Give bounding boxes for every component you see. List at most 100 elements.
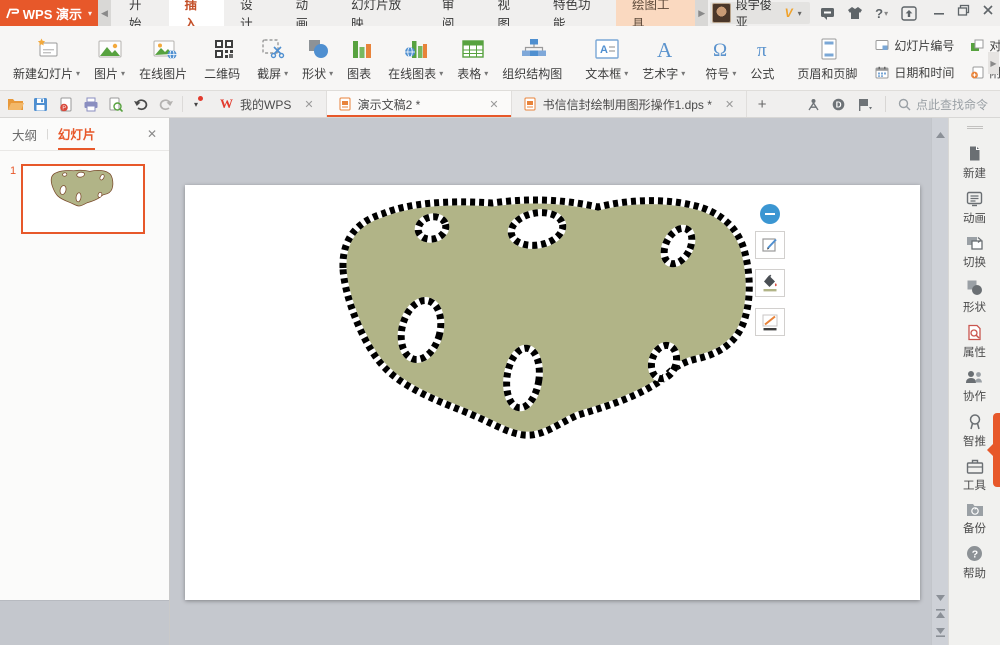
docer-icon[interactable]: D [832, 98, 845, 111]
chart-button[interactable]: 图表 [340, 28, 381, 89]
float-toolbar-collapse-button[interactable] [760, 204, 780, 224]
skin-shirt-icon[interactable] [845, 3, 865, 23]
sidebar-item-transition[interactable]: 切换 [949, 235, 1000, 270]
slide-thumbnail-row[interactable]: 1 [0, 164, 169, 234]
close-tab-icon[interactable]: ✕ [725, 98, 734, 111]
scroll-up-icon[interactable] [936, 128, 945, 142]
previous-slide-button[interactable] [936, 605, 945, 623]
shapes-button[interactable]: 形状▾ [295, 28, 340, 89]
minimize-button[interactable] [927, 0, 951, 20]
sidebar-label: 协作 [963, 388, 986, 404]
tab-animation[interactable]: 动画 [280, 0, 336, 26]
user-account[interactable]: 段宇俊亚 V ▾ [710, 2, 809, 24]
header-footer-icon [819, 35, 839, 62]
panel-close-icon[interactable]: ✕ [147, 127, 157, 141]
doc-tab-letter-envelope[interactable]: 书信信封绘制用图形操作1.dps * ✕ [512, 91, 748, 117]
titlebar-icons: ?▾ [810, 0, 927, 26]
sidebar-handle[interactable] [967, 126, 983, 129]
customize-qat-button[interactable]: ▾ [188, 93, 204, 115]
ribbon-small-group: 幻灯片编号 日期和时间 对象 附件 [867, 28, 1000, 89]
task-pane-handle[interactable] [993, 413, 1000, 487]
slide-number-button[interactable]: 幻灯片编号 [875, 32, 954, 58]
edit-shape-icon [761, 236, 779, 254]
table-button[interactable]: 表格▾ [450, 28, 495, 89]
new-slide-button[interactable]: 新建幻灯片▾ [6, 28, 87, 89]
user-avatar[interactable] [712, 3, 730, 23]
sidebar-item-backup[interactable]: 备份 [949, 502, 1000, 536]
slide-canvas[interactable] [170, 118, 931, 645]
close-tab-icon[interactable]: ✕ [489, 98, 498, 111]
org-chart-button[interactable]: 组织结构图 [495, 28, 572, 89]
restore-button[interactable] [951, 0, 975, 20]
edit-shape-button[interactable] [755, 231, 785, 259]
export-pdf-button[interactable]: P [54, 93, 77, 115]
logo-caret-icon[interactable]: ▾ [88, 9, 92, 18]
tab-drawing-tools[interactable]: 绘图工具 [616, 0, 695, 26]
tab-review[interactable]: 审阅 [426, 0, 482, 26]
vertical-scrollbar[interactable] [931, 118, 948, 645]
doc-tab-my-wps[interactable]: W 我的WPS ✕ [208, 91, 327, 117]
undo-button[interactable] [129, 93, 152, 115]
sidebar-item-collaborate[interactable]: 协作 [949, 369, 1000, 404]
save-button[interactable] [29, 93, 52, 115]
tab-slideshow[interactable]: 幻灯片放映 [335, 0, 426, 26]
date-time-button[interactable]: 日期和时间 [875, 59, 954, 85]
sidebar-item-properties[interactable]: 属性 [949, 324, 1000, 360]
presentation-doc-icon [339, 97, 351, 111]
sidebar-label: 新建 [963, 165, 986, 181]
sidebar-item-new[interactable]: 新建 [949, 145, 1000, 181]
slides-tab[interactable]: 幻灯片 [58, 118, 96, 150]
tab-home[interactable]: 开始 [113, 0, 169, 26]
open-button[interactable] [4, 93, 27, 115]
print-preview-button[interactable] [104, 93, 127, 115]
sidebar-item-shapes[interactable]: 形状 [949, 279, 1000, 315]
outline-tab[interactable]: 大纲 [12, 125, 37, 144]
svg-text:π: π [757, 40, 767, 61]
ribbon-expand-button[interactable]: ▶ [988, 52, 999, 74]
tab-design[interactable]: 设计 [224, 0, 280, 26]
symbol-button[interactable]: Ω 符号▾ [698, 28, 743, 89]
close-button[interactable] [976, 0, 1000, 20]
task-pane-flag-icon[interactable] [857, 98, 873, 111]
freeform-shape-selected[interactable] [170, 118, 931, 645]
sidebar-item-animation[interactable]: 动画 [949, 190, 1000, 226]
close-tab-icon[interactable]: ✕ [304, 98, 313, 111]
online-picture-button[interactable]: 在线图片 [132, 28, 197, 89]
screenshot-button[interactable]: 截屏▾ [250, 28, 295, 89]
shapes-small-icon [966, 279, 983, 296]
hide-ribbon-icon[interactable] [899, 3, 919, 23]
slide-thumbnail[interactable] [21, 164, 145, 234]
print-button[interactable] [79, 93, 102, 115]
next-slide-button[interactable] [936, 623, 945, 641]
tab-special-features[interactable]: 特色功能 [537, 0, 616, 26]
message-icon[interactable] [818, 3, 838, 23]
help-icon[interactable]: ?▾ [872, 3, 892, 23]
doc-tab-presentation2[interactable]: 演示文稿2 * ✕ [327, 91, 512, 117]
tab-insert[interactable]: 插入 [169, 0, 225, 26]
org-chart-icon [521, 35, 547, 62]
fill-color-button[interactable] [755, 269, 785, 297]
wps-logo-icon [6, 8, 19, 19]
wordart-button[interactable]: A 艺术字▾ [635, 28, 692, 89]
header-footer-button[interactable]: 页眉和页脚 [790, 28, 867, 89]
symbol-omega-icon: Ω [710, 35, 732, 62]
sidebar-item-help[interactable]: ? 帮助 [949, 545, 1000, 581]
tab-scroll-left[interactable]: ◀ [98, 0, 111, 26]
outline-color-button[interactable] [755, 308, 785, 336]
formula-button[interactable]: π 公式 [743, 28, 784, 89]
qrcode-button[interactable]: 二维码 [197, 28, 250, 89]
new-tab-button[interactable]: + [747, 91, 777, 117]
new-slide-label: 新建幻灯片 [13, 65, 73, 82]
textbox-button[interactable]: A 文本框▾ [578, 28, 635, 89]
tab-scroll-right[interactable]: ▶ [695, 0, 708, 26]
command-search[interactable]: 点此查找命令 [898, 96, 988, 113]
online-chart-button[interactable]: 在线图表▾ [381, 28, 450, 89]
scroll-down-icon[interactable] [936, 591, 945, 605]
share-icon[interactable] [807, 98, 820, 111]
user-caret-icon[interactable]: ▾ [798, 9, 802, 18]
picture-button[interactable]: 图片▾ [87, 28, 132, 89]
redo-button[interactable] [154, 93, 177, 115]
app-logo[interactable]: WPS 演示 ▾ [0, 0, 98, 26]
collaborate-icon [965, 369, 984, 385]
tab-view[interactable]: 视图 [481, 0, 537, 26]
